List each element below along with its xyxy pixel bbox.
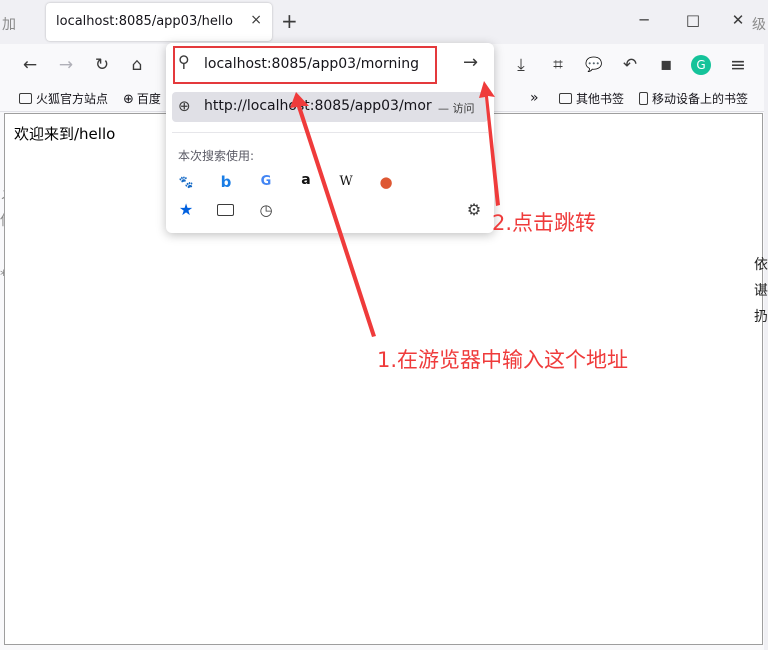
arrow-to-go [479, 81, 500, 206]
annotation-step-1: 1.在游览器中输入这个地址 [377, 348, 629, 372]
arrow-to-urlbar [290, 92, 376, 337]
browser-window: 加 刊 メ 使 * localhost:8085/app03/hello × +… [0, 0, 768, 650]
annotation-step-2: 2.点击跳转 [492, 211, 597, 235]
annotation-arrows [290, 81, 500, 337]
